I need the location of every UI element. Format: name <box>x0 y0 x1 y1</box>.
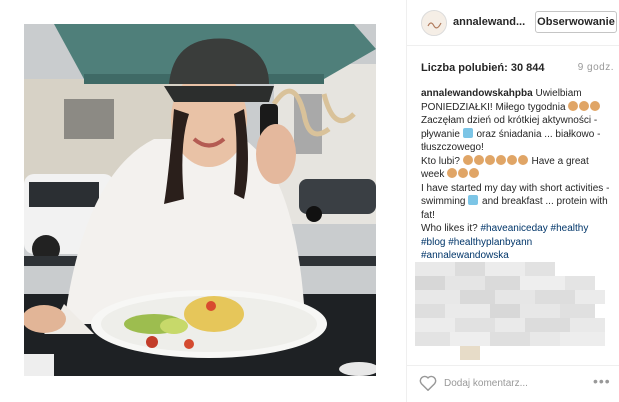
flexed-biceps-emoji-icon <box>495 154 506 165</box>
avatar-signature-icon <box>422 11 446 35</box>
blurred-comments <box>415 262 615 362</box>
flexed-biceps-emoji-icon <box>579 100 590 111</box>
post-side-panel: annalewand... Obserwowanie Liczba polubi… <box>406 0 619 402</box>
flexed-biceps-emoji-icon <box>590 100 601 111</box>
follow-button[interactable]: Obserwowanie <box>535 11 617 33</box>
flexed-biceps-emoji-icon <box>469 168 480 178</box>
post-header: annalewand... Obserwowanie <box>407 0 619 46</box>
hashtag-link[interactable]: #blog <box>421 237 445 248</box>
post-photo[interactable] <box>24 24 376 376</box>
pixelation-block <box>415 262 615 362</box>
hashtag-link[interactable]: #healthyplanbyann <box>448 237 532 248</box>
caption-line-5: Who likes it? <box>421 223 478 234</box>
comment-bar: ••• <box>407 365 619 402</box>
hashtag-link[interactable]: #annalewandowska <box>421 250 509 261</box>
swimming-pool-emoji-icon <box>468 195 479 205</box>
flexed-biceps-emoji-icon <box>473 154 484 165</box>
photo-illustration <box>24 24 376 376</box>
flexed-biceps-emoji-icon <box>506 154 517 165</box>
flexed-biceps-emoji-icon <box>447 168 458 178</box>
post-username[interactable]: annalewand... <box>453 16 525 28</box>
flexed-biceps-emoji-icon <box>458 168 469 178</box>
likes-row: Liczba polubień: 30 844 9 godz. <box>421 62 614 76</box>
more-options-icon[interactable]: ••• <box>593 373 611 389</box>
hashtag-link[interactable]: #healthy <box>551 223 589 234</box>
flexed-biceps-emoji-icon <box>462 154 473 165</box>
flexed-biceps-emoji-icon <box>484 154 495 165</box>
post-caption: annalewandowskahpba Uwielbiam PONIEDZIAŁ… <box>421 87 611 263</box>
caption-line-3: Kto lubi? <box>421 155 460 167</box>
caption-username[interactable]: annalewandowskahpba <box>421 88 533 99</box>
swimming-pool-emoji-icon <box>462 127 473 138</box>
likes-count[interactable]: Liczba polubień: 30 844 <box>421 62 544 74</box>
heart-icon[interactable] <box>419 375 437 391</box>
avatar[interactable] <box>421 10 447 36</box>
flexed-biceps-emoji-icon <box>517 154 528 165</box>
post-timestamp[interactable]: 9 godz. <box>578 62 614 73</box>
hashtag-link[interactable]: #haveaniceday <box>480 223 547 234</box>
comment-input[interactable] <box>444 375 584 391</box>
flexed-biceps-emoji-icon <box>568 100 579 111</box>
